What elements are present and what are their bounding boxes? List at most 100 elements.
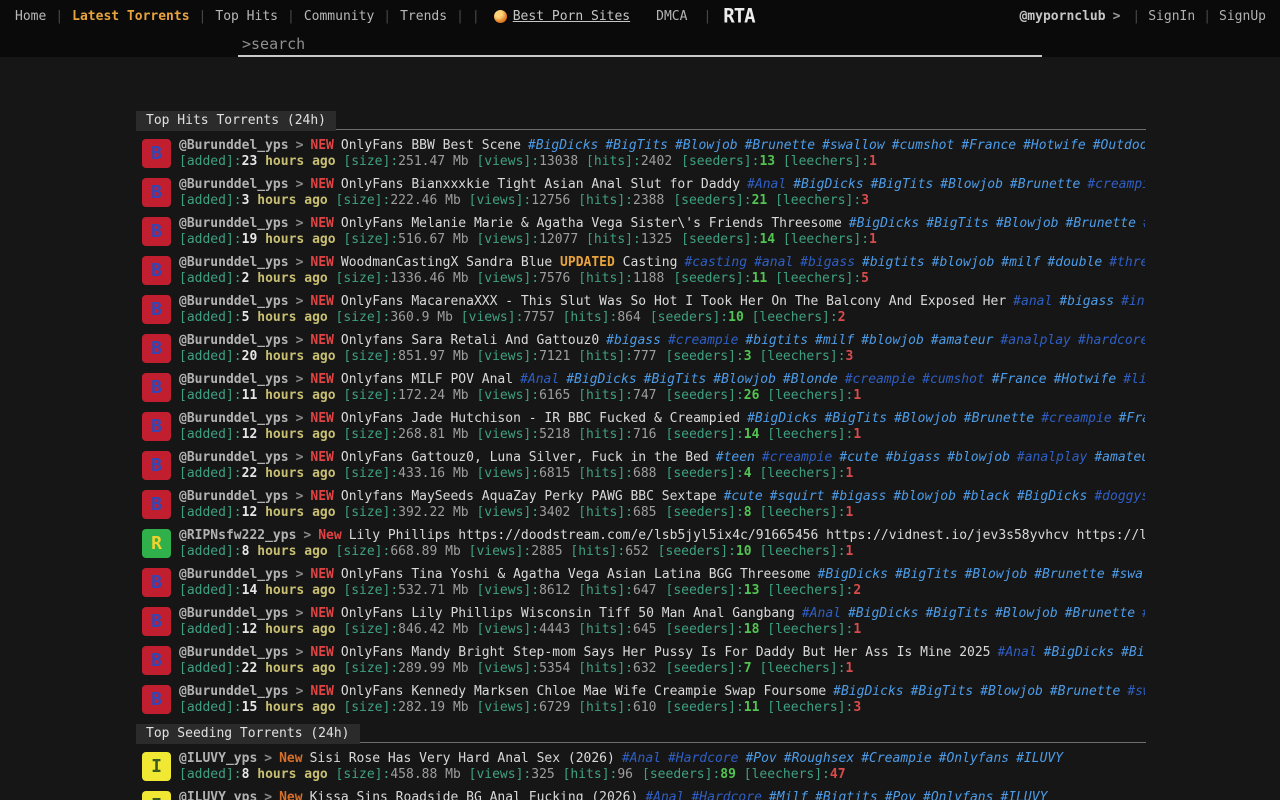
tag-link[interactable]: #milf [1001, 255, 1040, 270]
nav-trends[interactable]: Trends [400, 9, 447, 24]
tag-link[interactable]: #creampie [1041, 411, 1111, 426]
tag-link[interactable]: #amateur [1094, 450, 1145, 465]
tag-link[interactable]: #Anal [802, 606, 841, 621]
tag-link[interactable]: #bigass [606, 333, 661, 348]
nav-top-hits[interactable]: Top Hits [215, 9, 278, 24]
user-avatar[interactable]: B [142, 646, 171, 675]
tag-link[interactable]: #Brunette [964, 411, 1034, 426]
tag-link[interactable]: #Hardcore [668, 751, 738, 766]
tag-link[interactable]: #France [1119, 411, 1145, 426]
tag-link[interactable]: #Onlyfans [939, 751, 1009, 766]
username-link[interactable]: @Burunddel_yps [179, 294, 289, 309]
user-avatar[interactable]: B [142, 685, 171, 714]
user-avatar[interactable]: B [142, 607, 171, 636]
tag-link[interactable]: #Blowjob [894, 411, 957, 426]
tag-link[interactable]: #ILUVY [1000, 790, 1047, 800]
signin-button[interactable]: SignIn [1148, 9, 1195, 24]
tag-link[interactable]: #analplay [1017, 450, 1087, 465]
tag-link[interactable]: #swall… [1142, 606, 1145, 621]
username-link[interactable]: @Burunddel_yps [179, 684, 289, 699]
search-input[interactable] [238, 32, 1042, 57]
nav-latest-torrents[interactable]: Latest Torrents [72, 9, 189, 24]
username-link[interactable]: @Burunddel_yps [179, 333, 289, 348]
tag-link[interactable]: #anal [754, 255, 793, 270]
tag-link[interactable]: #black [963, 489, 1010, 504]
username-link[interactable]: @RIPNsfw222_yps [179, 528, 296, 543]
user-avatar[interactable]: I [142, 752, 171, 781]
tag-link[interactable]: #creampie [762, 450, 832, 465]
tag-link[interactable]: #Creampie [861, 751, 931, 766]
tag-link[interactable]: #Anal [645, 790, 684, 800]
tag-link[interactable]: #bigtits [745, 333, 808, 348]
tag-link[interactable]: #anal [1013, 294, 1052, 309]
tag-link[interactable]: #hardcore [1078, 333, 1145, 348]
tag-link[interactable]: #casting [684, 255, 747, 270]
username-link[interactable]: @Burunddel_yps [179, 216, 289, 231]
user-avatar[interactable]: B [142, 217, 171, 246]
user-avatar[interactable]: B [142, 373, 171, 402]
nav-dmca[interactable]: DMCA [656, 9, 687, 24]
user-avatar[interactable]: B [142, 490, 171, 519]
tag-link[interactable]: #cumshot [892, 138, 955, 153]
tag-link[interactable]: #Hotwife [1023, 138, 1086, 153]
tag-link[interactable]: #Blowjob [996, 216, 1059, 231]
tag-link[interactable]: #BigDicks [833, 684, 903, 699]
user-avatar[interactable]: B [142, 334, 171, 363]
username-link[interactable]: @Burunddel_yps [179, 450, 289, 465]
tag-link[interactable]: #Roughsex [784, 751, 854, 766]
tag-link[interactable]: #BigDicks [793, 177, 863, 192]
tag-link[interactable]: #cute [839, 450, 878, 465]
tag-link[interactable]: #Bigtits [815, 790, 878, 800]
tag-link[interactable]: #France [961, 138, 1016, 153]
tag-link[interactable]: #swallow… [1127, 684, 1145, 699]
tag-link[interactable]: #BigTits [926, 216, 989, 231]
tag-link[interactable]: #BigTits [644, 372, 707, 387]
tag-link[interactable]: #swall… [1143, 216, 1145, 231]
tag-link[interactable]: #BigDicks [747, 411, 817, 426]
tag-link[interactable]: #Blowjob [995, 606, 1058, 621]
tag-link[interactable]: #BigTits [605, 138, 668, 153]
tag-link[interactable]: #Brunette [1034, 567, 1104, 582]
user-avatar[interactable]: B [142, 295, 171, 324]
tag-link[interactable]: #BigTits [1121, 645, 1145, 660]
tag-link[interactable]: #Brunette [745, 138, 815, 153]
tag-link[interactable]: #France [992, 372, 1047, 387]
tag-link[interactable]: #creampie [845, 372, 915, 387]
tag-link[interactable]: #Brunette [1066, 216, 1136, 231]
tag-link[interactable]: #Onlyfans [923, 790, 993, 800]
tag-link[interactable]: #Anal [520, 372, 559, 387]
tag-link[interactable]: #Hotwife [1054, 372, 1117, 387]
tag-link[interactable]: #Blowjob [940, 177, 1003, 192]
tag-link[interactable]: #BigDicks [848, 606, 918, 621]
user-avatar[interactable]: B [142, 412, 171, 441]
nav-community[interactable]: Community [304, 9, 374, 24]
tag-link[interactable]: #BigDicks [566, 372, 636, 387]
tag-link[interactable]: #BigDicks [528, 138, 598, 153]
nav-home[interactable]: Home [15, 9, 46, 24]
tag-link[interactable]: #creampie [668, 333, 738, 348]
user-avatar[interactable]: R [142, 529, 171, 558]
username-link[interactable]: @Burunddel_yps [179, 606, 289, 621]
tag-link[interactable]: #bigass [1059, 294, 1114, 309]
tag-link[interactable]: #Outdoors [1093, 138, 1145, 153]
tag-link[interactable]: #BigTits [825, 411, 888, 426]
tag-link[interactable]: #BigTits [871, 177, 934, 192]
user-avatar[interactable]: B [142, 568, 171, 597]
username-link[interactable]: @Burunddel_yps [179, 489, 289, 504]
tag-link[interactable]: #Brunette [1010, 177, 1080, 192]
tag-link[interactable]: #bigtits [862, 255, 925, 270]
tag-link[interactable]: #double [1047, 255, 1102, 270]
tag-link[interactable]: #cute [724, 489, 763, 504]
username-link[interactable]: @Burunddel_yps [179, 177, 289, 192]
tag-link[interactable]: #analplay [1000, 333, 1070, 348]
user-avatar[interactable]: B [142, 451, 171, 480]
tag-link[interactable]: #swallow [822, 138, 885, 153]
tag-link[interactable]: #swallow [1112, 567, 1145, 582]
tag-link[interactable]: #milf [815, 333, 854, 348]
user-avatar[interactable]: B [142, 178, 171, 207]
user-avatar[interactable]: I [142, 791, 171, 800]
tag-link[interactable]: #BigDicks [818, 567, 888, 582]
tag-link[interactable]: #bigass [832, 489, 887, 504]
user-avatar[interactable]: B [142, 139, 171, 168]
tag-link[interactable]: #creampie [1087, 177, 1145, 192]
